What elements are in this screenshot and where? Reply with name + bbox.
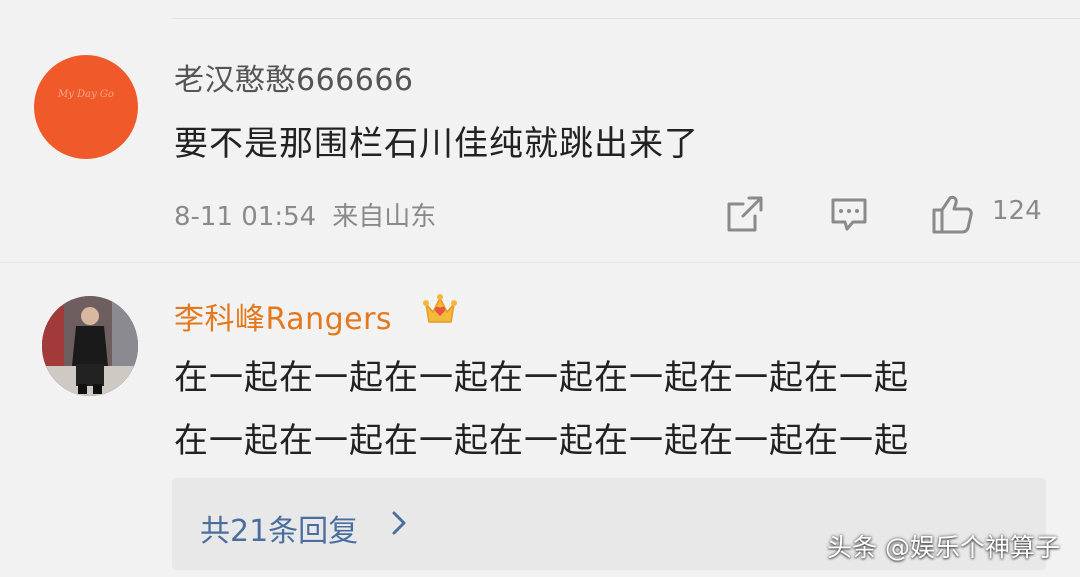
chevron-right-icon: [390, 510, 408, 540]
like-icon[interactable]: [930, 192, 974, 240]
watermark: 头条 @娱乐个神算子: [827, 533, 1060, 562]
like-count: 124: [992, 196, 1042, 226]
username[interactable]: 老汉憨憨666666: [174, 55, 414, 99]
username[interactable]: 李科峰Rangers: [174, 294, 392, 338]
comment-text: 要不是那围栏石川佳纯就跳出来了: [174, 124, 699, 164]
comment-meta: 8-11 01:54 来自山东: [174, 196, 436, 233]
comment-text-line: 在一起在一起在一起在一起在一起在一起在一起: [174, 421, 909, 461]
avatar[interactable]: [42, 296, 138, 396]
replies-count: 共21条回复: [200, 514, 359, 549]
comment-location: 来自山东: [332, 202, 437, 232]
avatar-text: My Day Go: [58, 89, 114, 100]
crown-icon: [420, 290, 460, 330]
comment-date: 8-11 01:54: [174, 202, 317, 232]
avatar[interactable]: My Day Go: [34, 55, 138, 159]
comment-icon[interactable]: [829, 194, 869, 238]
top-divider: [172, 18, 1080, 19]
share-icon[interactable]: [725, 194, 765, 238]
comment-divider: [0, 262, 1080, 263]
comment-text-line: 在一起在一起在一起在一起在一起在一起在一起: [174, 358, 909, 398]
